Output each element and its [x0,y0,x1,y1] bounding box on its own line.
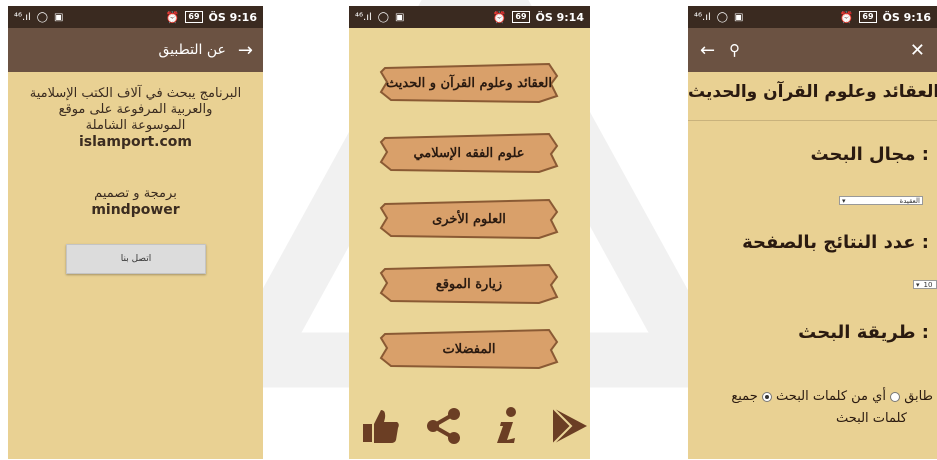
alarm-icon: ⏰ [492,10,507,24]
select-value: 10 [923,280,933,289]
alarm-icon: ⏰ [839,10,854,24]
desc-line: البرنامج يبحث في آلاف الكتب الإسلامية [29,86,242,101]
search-screen: ⁴⁶.ıl ◯ ▣ ⏰ 69 ÖS 9:16 ← ⚲ ✕ العقائد وعل… [688,6,937,459]
section-header: العقائد وعلوم القرآن والحديث [688,82,937,102]
option-label: كلمات البحث [836,411,907,426]
radio-match[interactable] [890,391,901,402]
divider [688,120,937,121]
option-label: أي من كلمات البحث [776,389,886,404]
desc-line: والعربية المرفوعة على موقع [58,102,213,117]
about-description: البرنامج يبحث في آلاف الكتب الإسلامية وا… [8,86,263,218]
menu-button-visit-site[interactable]: زيارة الموقع [379,263,559,305]
signal-icon: ⁴⁶.ıl [14,11,31,23]
contact-us-button[interactable]: اتصل بنا [66,244,206,274]
about-screen: ⁴⁶.ıl ◯ ▣ ⏰ 69 ÖS 9:16 عن التطبيق → البر… [8,6,263,459]
main-menu-screen: ⁴⁶.ıl ◯ ▣ ⏰ 69 ÖS 9:14 العقائد وعلوم الق… [349,6,590,459]
search-icon[interactable]: ⚲ [729,41,910,59]
option-label: جميع [731,389,758,404]
site-url: islamport.com [78,134,193,150]
info-icon[interactable] [487,406,527,446]
signal-icon: ⁴⁶.ıl [355,11,372,23]
radio-any[interactable] [761,391,772,402]
battery-icon: 69 [512,11,530,23]
menu-label: زيارة الموقع [435,276,503,292]
search-bar: ← ⚲ ✕ [688,28,937,72]
signal-icon: ⁴⁶.ıl [694,11,711,23]
search-field-select[interactable]: ▾ العقيدة [839,196,923,205]
app-bar: عن التطبيق → [8,28,263,72]
results-per-page-label: عدد النتائج بالصفحة : [742,232,929,253]
clock: ÖS 9:16 [882,10,931,24]
share-icon[interactable] [424,406,464,446]
chevron-down-icon: ▾ [842,196,846,205]
battery-icon: 69 [859,11,877,23]
back-arrow-icon[interactable]: → [238,40,253,61]
alarm-icon: ⏰ [165,10,180,24]
search-method-options: طابق أي من كلمات البحث جميع كلمات البحث [688,386,933,430]
select-value: العقيدة [899,196,920,205]
battery-icon: 69 [185,11,203,23]
menu-label: علوم الفقه الإسلامي [413,145,525,161]
credit-line: برمجة و تصميم [94,186,177,201]
search-field-label: مجال البحث : [810,144,929,165]
results-per-page-select[interactable]: ▾ 10 [913,280,937,289]
play-store-icon[interactable] [549,406,589,446]
desc-line: الموسوعة الشاملة [85,118,186,133]
status-bar: ⁴⁶.ıl ◯ ▣ ⏰ 69 ÖS 9:16 [8,6,263,28]
menu-label: العلوم الأخرى [432,211,506,227]
bottom-toolbar [359,406,587,452]
back-arrow-icon[interactable]: ← [700,40,715,61]
screenshot-icon: ▣ [394,11,405,23]
sync-icon: ◯ [377,11,389,23]
menu-label: المفضلات [442,341,496,357]
menu-button-favorites[interactable]: المفضلات [379,328,559,370]
sync-icon: ◯ [36,11,48,23]
screenshot-icon: ▣ [53,11,64,23]
status-bar: ⁴⁶.ıl ◯ ▣ ⏰ 69 ÖS 9:16 [688,6,937,28]
menu-button-aqeeda[interactable]: العقائد وعلوم القرآن و الحديث [379,62,559,104]
thumbs-up-icon[interactable] [361,406,401,446]
search-method-label: طريقة البحث : [798,322,929,343]
chevron-down-icon: ▾ [916,280,920,289]
clock: ÖS 9:14 [535,10,584,24]
option-label: طابق [904,389,933,404]
credit-name: mindpower [91,202,180,218]
menu-button-other-sciences[interactable]: العلوم الأخرى [379,198,559,240]
screenshot-icon: ▣ [733,11,744,23]
menu-label: العقائد وعلوم القرآن و الحديث [386,75,552,91]
page-title: عن التطبيق [158,42,226,58]
menu-button-fiqh[interactable]: علوم الفقه الإسلامي [379,132,559,174]
sync-icon: ◯ [716,11,728,23]
clock: ÖS 9:16 [208,10,257,24]
status-bar: ⁴⁶.ıl ◯ ▣ ⏰ 69 ÖS 9:14 [349,6,590,28]
close-icon[interactable]: ✕ [910,40,925,61]
